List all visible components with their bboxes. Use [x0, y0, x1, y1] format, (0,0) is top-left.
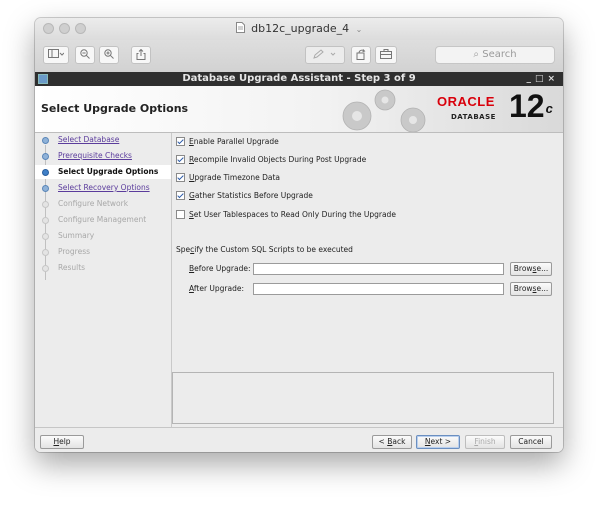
sidebar-item-select-recovery-options[interactable]: Select Recovery Options	[35, 181, 171, 195]
toolbox-button[interactable]	[375, 46, 397, 64]
step-icon	[42, 201, 49, 208]
before-upgrade-browse-button[interactable]: Browse...	[510, 262, 552, 276]
checkbox-box[interactable]	[176, 191, 185, 200]
step-icon	[42, 153, 49, 160]
sidebar-item-select-database[interactable]: Select Database	[35, 133, 171, 147]
mac-toolbar: ⌕ Search	[35, 40, 563, 73]
checkbox-box[interactable]	[176, 137, 185, 146]
sidebar-toggle-button[interactable]	[43, 46, 69, 64]
wizard-footer: Help < Back Next > Finish Cancel	[35, 427, 563, 452]
window-title: db12c_upgrade_4 ⌄	[35, 22, 563, 35]
step-icon	[42, 217, 49, 224]
mac-window: db12c_upgrade_4 ⌄ ⌕ Search Database Upgr…	[35, 18, 563, 452]
oracle-logo: ORACLE	[437, 94, 495, 109]
header-banner: Select Upgrade Options ORACLE DATABASE 1…	[35, 86, 563, 133]
sidebar-item-select-upgrade-options[interactable]: Select Upgrade Options	[35, 165, 171, 179]
next-button[interactable]: Next >	[416, 435, 460, 449]
sidebar-item-summary: Summary	[35, 229, 171, 243]
app-window-controls[interactable]: _□×	[526, 72, 559, 86]
checkbox-box[interactable]	[176, 210, 185, 219]
step-icon	[42, 185, 49, 192]
custom-scripts-label: Specify the Custom SQL Scripts to be exe…	[176, 245, 353, 254]
version-logo: 12c	[509, 88, 553, 124]
current-step-icon	[42, 169, 49, 176]
sidebar-item-configure-management: Configure Management	[35, 213, 171, 227]
sidebar-item-results: Results	[35, 261, 171, 275]
help-button[interactable]: Help	[40, 435, 84, 449]
checkbox-box[interactable]	[176, 155, 185, 164]
back-button[interactable]: < Back	[372, 435, 412, 449]
gears-icon	[342, 89, 426, 132]
pen-icon	[313, 49, 336, 59]
step-icon	[42, 249, 49, 256]
app-title: Database Upgrade Assistant - Step 3 of 9	[182, 73, 416, 84]
after-upgrade-label: After Upgrade:	[189, 284, 244, 293]
zoom-in-icon	[104, 49, 114, 59]
mac-titlebar: db12c_upgrade_4 ⌄	[35, 18, 563, 40]
zoom-out-icon	[80, 49, 90, 59]
rotate-button[interactable]	[351, 46, 371, 64]
after-upgrade-field[interactable]	[253, 283, 504, 295]
zoom-out-button[interactable]	[75, 46, 95, 64]
message-area	[172, 372, 554, 424]
before-upgrade-label: Before Upgrade:	[189, 264, 251, 273]
markup-button[interactable]	[305, 46, 345, 64]
sidebar-icon	[48, 49, 65, 58]
page-title: Select Upgrade Options	[41, 102, 189, 115]
step-icon	[42, 265, 49, 272]
database-logo-text: DATABASE	[451, 113, 496, 121]
share-button[interactable]	[131, 46, 151, 64]
toolbox-icon	[380, 49, 392, 59]
search-input[interactable]: ⌕ Search	[435, 46, 555, 64]
step-icon	[42, 137, 49, 144]
sidebar-item-prerequisite-checks[interactable]: Prerequisite Checks	[35, 149, 171, 163]
search-icon: ⌕	[473, 49, 480, 60]
share-icon	[136, 48, 146, 60]
steps-sidebar: Select Database Prerequisite Checks Sele…	[35, 133, 172, 427]
rotate-icon	[356, 48, 366, 60]
app-titlebar: Database Upgrade Assistant - Step 3 of 9…	[35, 72, 563, 86]
finish-button: Finish	[465, 435, 505, 449]
checkbox-box[interactable]	[176, 173, 185, 182]
cancel-button[interactable]: Cancel	[510, 435, 552, 449]
after-upgrade-browse-button[interactable]: Browse...	[510, 282, 552, 296]
zoom-in-button[interactable]	[99, 46, 119, 64]
chevron-down-icon[interactable]: ⌄	[356, 25, 363, 34]
remote-desktop: Database Upgrade Assistant - Step 3 of 9…	[35, 72, 563, 452]
before-upgrade-field[interactable]	[253, 263, 504, 275]
step-icon	[42, 233, 49, 240]
document-icon	[235, 22, 245, 33]
sidebar-item-progress: Progress	[35, 245, 171, 259]
sidebar-item-configure-network: Configure Network	[35, 197, 171, 211]
